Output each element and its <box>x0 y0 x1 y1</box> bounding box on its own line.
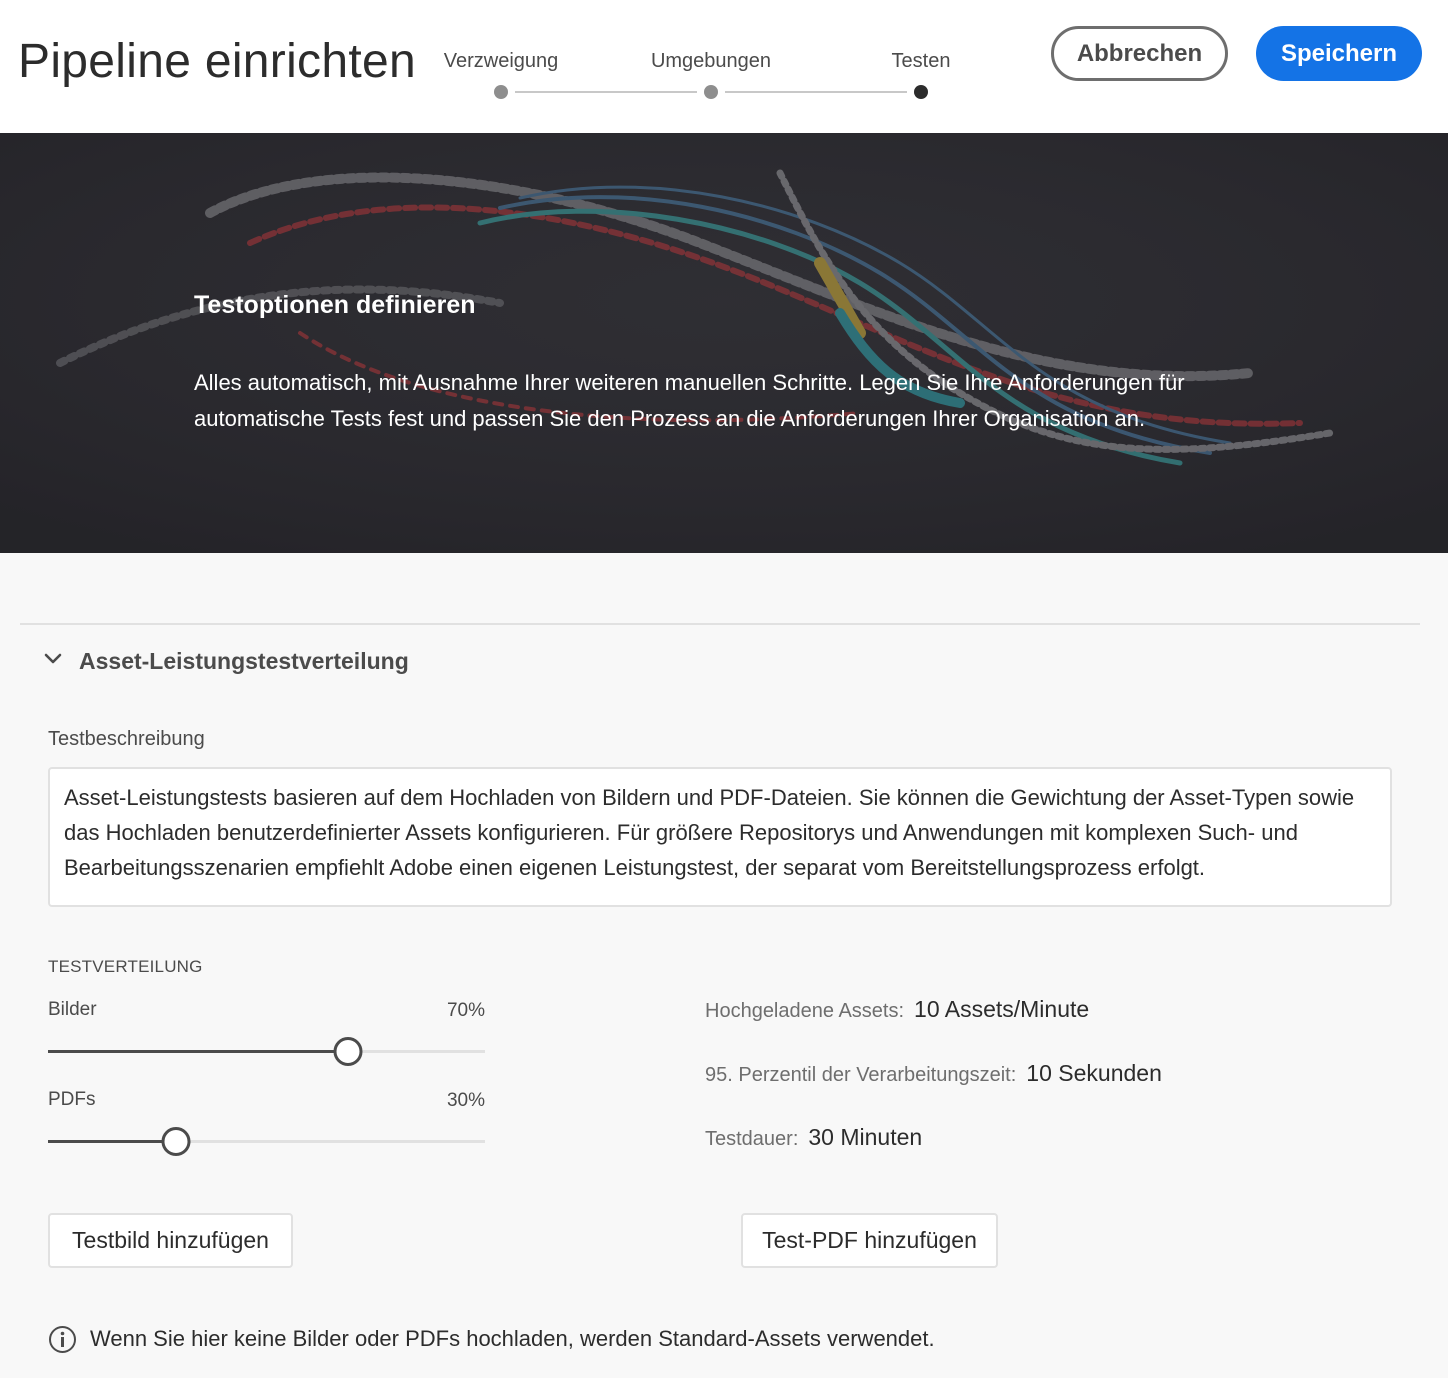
cancel-button[interactable]: Abbrechen <box>1051 26 1228 81</box>
description-label: Testbeschreibung <box>48 728 205 750</box>
add-test-pdf-button[interactable]: Test-PDF hinzufügen <box>741 1213 998 1268</box>
images-slider-thumb[interactable] <box>333 1037 363 1066</box>
hero-description: Alles automatisch, mit Ausnahme Ihrer we… <box>194 370 1185 431</box>
save-button[interactable]: Speichern <box>1256 26 1422 81</box>
step-dot-umgebungen[interactable] <box>704 85 718 99</box>
stat-uploaded-label: Hochgeladene Assets: <box>705 1000 905 1022</box>
stat-duration: Testdauer: 30 Minuten <box>705 1124 922 1151</box>
pdfs-slider-fill <box>48 1140 166 1143</box>
stat-percentile: 95. Perzentil der Verarbeitungszeit: 10 S… <box>705 1060 1162 1087</box>
pdfs-slider-value: 30% <box>446 1090 485 1111</box>
stat-percentile-value: 10 Sekunden <box>1026 1060 1162 1086</box>
stat-uploaded-assets: Hochgeladene Assets: 10 Assets/Minute <box>705 996 1089 1023</box>
stat-percentile-label: 95. Perzentil der Verarbeitungszeit: <box>705 1064 1017 1086</box>
info-message: Wenn Sie hier keine Bilder oder PDFs hoc… <box>90 1326 935 1351</box>
pdfs-slider-thumb[interactable] <box>161 1127 191 1156</box>
images-slider-value: 70% <box>446 1000 485 1021</box>
step-dot-verzweigung[interactable] <box>494 85 508 99</box>
step-label-umgebungen: Umgebungen <box>650 50 772 72</box>
info-icon <box>49 1326 76 1353</box>
step-label-testen: Testen <box>891 50 951 72</box>
hero-background-image <box>0 133 1448 553</box>
hero-banner: Testoptionen definieren Alles automatisc… <box>0 133 1448 553</box>
images-slider-label: Bilder <box>48 999 97 1020</box>
step-dot-testen[interactable] <box>914 85 928 99</box>
pdfs-slider[interactable] <box>48 1127 485 1156</box>
images-slider[interactable] <box>48 1037 485 1066</box>
page-header: Pipeline einrichten Verzweigung Umgebung… <box>0 0 1448 133</box>
step-connector <box>515 91 697 93</box>
step-connector <box>725 91 907 93</box>
stat-duration-value: 30 Minuten <box>808 1124 923 1150</box>
step-indicator: Verzweigung Umgebungen Testen <box>440 48 960 108</box>
images-slider-fill <box>48 1050 338 1053</box>
stat-uploaded-value: 10 Assets/Minute <box>914 996 1090 1022</box>
page-title: Pipeline einrichten <box>18 35 416 88</box>
step-label-verzweigung: Verzweigung <box>443 50 559 72</box>
pdfs-slider-label: PDFs <box>48 1089 96 1110</box>
description-field[interactable]: Asset-Leistungstests basieren auf dem Ho… <box>48 767 1392 907</box>
accordion-title[interactable]: Asset-Leistungstestverteilung <box>79 648 409 675</box>
chevron-down-icon[interactable] <box>42 648 64 670</box>
hero-title: Testoptionen definieren <box>194 291 476 319</box>
distribution-section-label: TESTVERTEILUNG <box>48 957 203 976</box>
section-divider <box>20 623 1420 625</box>
stat-duration-label: Testdauer: <box>705 1128 799 1150</box>
add-test-image-button[interactable]: Testbild hinzufügen <box>48 1213 293 1268</box>
